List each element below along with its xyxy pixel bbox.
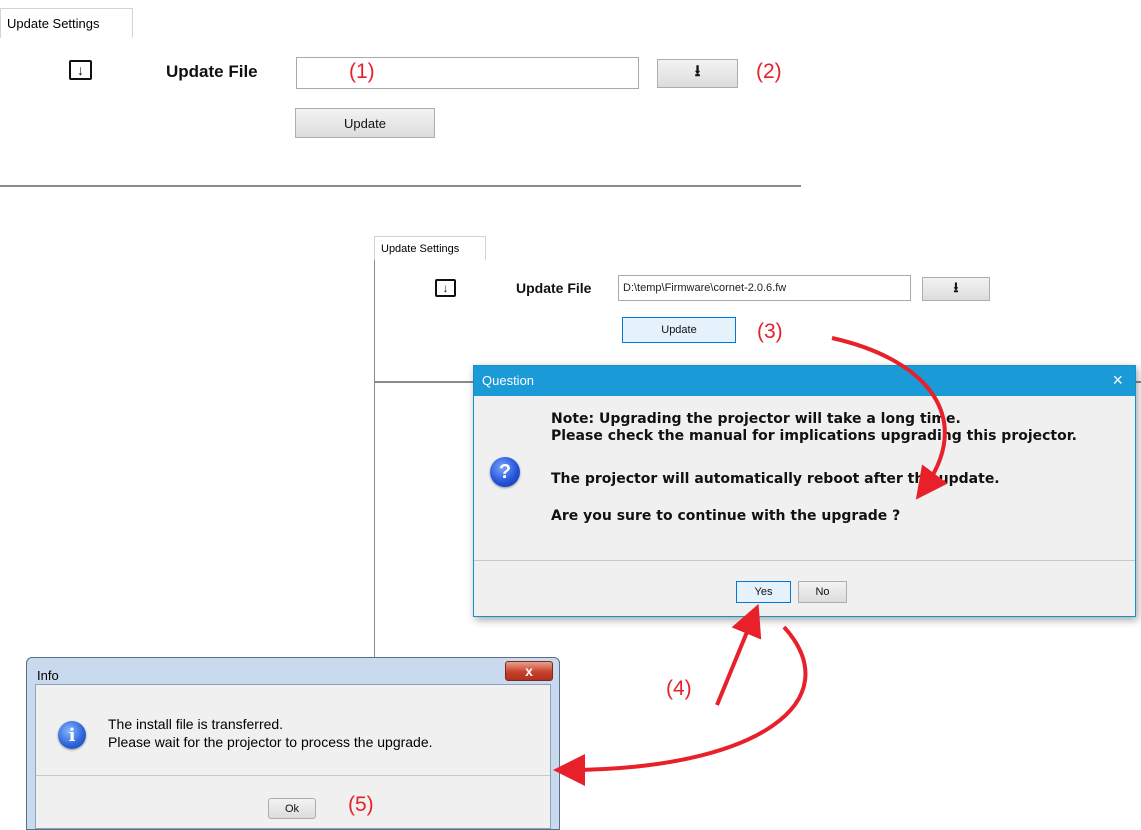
arrow-to-yes-button — [715, 603, 762, 706]
close-icon: x — [525, 663, 533, 679]
dialog-message-line: The install file is transferred. — [108, 716, 284, 732]
browse-button[interactable]: ⭳ — [922, 277, 990, 301]
annotation-3: (3) — [757, 320, 783, 343]
panel-border — [374, 260, 375, 660]
question-dialog: Question × ? Note: Upgrading the project… — [473, 365, 1136, 617]
annotation-1: (1) — [349, 60, 375, 83]
update-file-input[interactable]: D:\temp\Firmware\cornet-2.0.6.fw — [618, 275, 911, 301]
dialog-message-line: Note: Upgrading the projector will take … — [551, 411, 961, 427]
no-button[interactable]: No — [798, 581, 847, 603]
download-icon: ⭳ — [694, 63, 701, 80]
yes-button[interactable]: Yes — [736, 581, 791, 603]
browse-button[interactable]: ⭳ — [657, 59, 738, 88]
update-file-label: Update File — [516, 280, 592, 296]
update-icon: ↓ — [435, 279, 456, 297]
dialog-titlebar: Question × — [474, 366, 1135, 396]
info-dialog: Info x i The install file is transferred… — [26, 657, 560, 830]
dialog-footer: Yes No — [474, 560, 1135, 616]
annotation-5: (5) — [348, 793, 374, 816]
update-button[interactable]: Update — [295, 108, 435, 138]
dialog-message-line: The projector will automatically reboot … — [551, 471, 1000, 487]
info-icon: i — [58, 721, 86, 749]
tab-update-settings[interactable]: Update Settings — [0, 8, 133, 38]
update-icon: ↓ — [69, 60, 92, 80]
dialog-body: i The install file is transferred. Pleas… — [35, 684, 551, 829]
dialog-title: Info — [37, 668, 59, 683]
update-button[interactable]: Update — [622, 317, 736, 343]
update-file-label: Update File — [166, 62, 258, 81]
question-icon: ? — [490, 457, 520, 487]
divider — [0, 185, 801, 187]
update-file-input[interactable] — [296, 57, 639, 89]
dialog-message-line: Please check the manual for implications… — [551, 428, 1077, 444]
dialog-separator — [36, 775, 550, 776]
annotation-2: (2) — [756, 60, 782, 83]
ok-button[interactable]: Ok — [268, 798, 316, 819]
close-button[interactable]: x — [505, 661, 553, 681]
close-icon[interactable]: × — [1112, 370, 1123, 391]
dialog-title: Question — [482, 373, 535, 388]
dialog-message-line: Please wait for the projector to process… — [108, 734, 433, 750]
tab-label: Update Settings — [381, 243, 460, 255]
dialog-message-line: Are you sure to continue with the upgrad… — [551, 508, 901, 524]
tab-update-settings[interactable]: Update Settings — [374, 236, 486, 260]
tab-label: Update Settings — [7, 16, 100, 31]
download-icon: ⭳ — [953, 279, 959, 295]
annotation-4: (4) — [666, 677, 692, 700]
